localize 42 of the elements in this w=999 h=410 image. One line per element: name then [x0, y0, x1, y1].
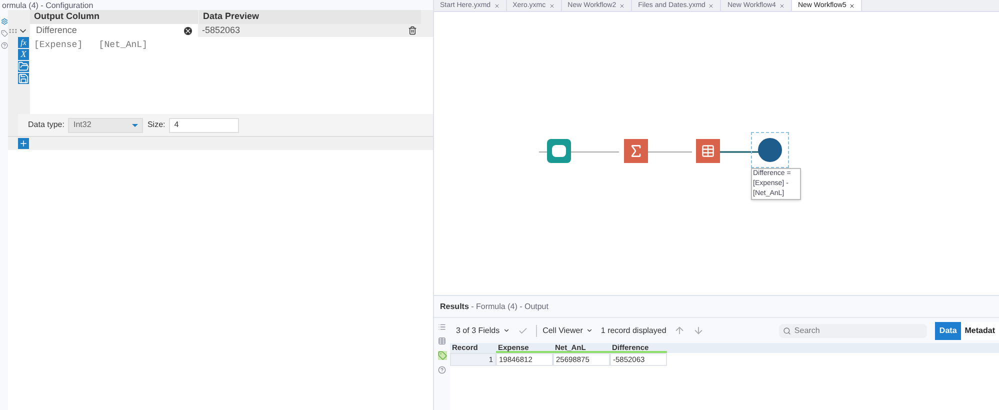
viewer-dropdown[interactable]: Cell Viewer	[536, 324, 593, 336]
panel-title: ormula (4) - Configuration	[2, 1, 94, 10]
record-count: 1 record displayed	[600, 324, 666, 336]
caret-icon	[502, 327, 510, 334]
close-icon[interactable]	[849, 2, 856, 8]
check-icon[interactable]	[518, 326, 528, 336]
summarize-tool-icon[interactable]	[624, 139, 648, 163]
variable-icon[interactable]: X	[18, 49, 29, 60]
tag-icon[interactable]	[0, 30, 8, 37]
size-field[interactable]: 4	[169, 118, 240, 132]
caret-icon	[586, 327, 593, 334]
delete-icon[interactable]	[408, 26, 417, 35]
column-header: Output Column	[30, 10, 198, 24]
table-icon[interactable]	[438, 337, 446, 345]
list-icon[interactable]	[438, 323, 446, 331]
clear-icon[interactable]	[184, 26, 192, 34]
search-icon	[783, 326, 792, 334]
expression-editor[interactable]: [Expense] [Net_AnL]	[30, 37, 433, 114]
formula-tool-icon[interactable]	[751, 132, 789, 168]
arrow-up-icon[interactable]	[674, 325, 686, 336]
data-type-label: Data type:	[28, 119, 64, 131]
add-button[interactable]	[18, 138, 29, 149]
help-icon[interactable]	[0, 42, 8, 49]
help-icon[interactable]	[438, 366, 446, 374]
output-column-field[interactable]: Difference	[30, 24, 198, 37]
folder-icon[interactable]	[18, 61, 29, 72]
tag-icon[interactable]	[438, 351, 446, 360]
size-label: Size:	[147, 119, 166, 131]
data-preview: -5852063	[201, 24, 242, 37]
settings-icon[interactable]	[0, 18, 8, 25]
table-tool-icon[interactable]	[696, 139, 720, 163]
data-type-dropdown[interactable]: Int32	[68, 118, 144, 132]
column-header: Data Preview	[199, 10, 421, 24]
save-icon[interactable]	[18, 73, 29, 84]
view-tab[interactable]: Metadat	[960, 322, 999, 340]
arrow-down-icon[interactable]	[693, 325, 704, 336]
search-field[interactable]: Search	[779, 324, 928, 338]
function-icon[interactable]: fx	[18, 37, 29, 48]
view-tab[interactable]: Data	[935, 322, 961, 340]
book-tool-icon[interactable]	[547, 139, 571, 163]
fields-dropdown[interactable]: 3 of 3 Fields	[456, 324, 510, 336]
results-title: Results - Formula (4) - Output	[440, 300, 548, 312]
